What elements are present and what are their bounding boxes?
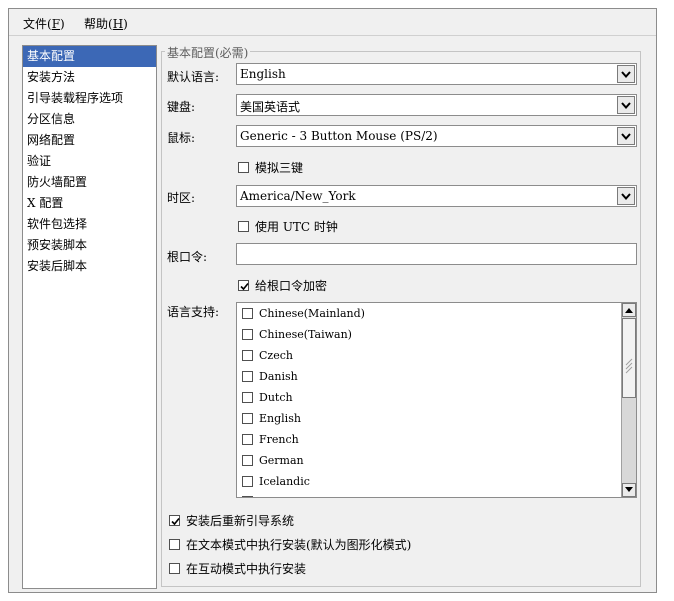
textmode-label: 在文本模式中执行安装(默认为图形化模式) [186,538,412,552]
checkmark-icon [240,282,249,291]
langsupport-label: 语言支持: [167,305,220,319]
rootpw-label: 根口令: [167,250,208,264]
scroll-up-button[interactable] [622,303,636,317]
checkbox-box[interactable] [169,563,180,574]
timezone-value: America/New_York [240,189,356,203]
sidebar-item-authentication[interactable]: 验证 [23,151,156,172]
mouse-value: Generic - 3 Button Mouse (PS/2) [240,129,438,143]
mouse-combo[interactable]: Generic - 3 Button Mouse (PS/2) [236,125,637,147]
timezone-label: 时区: [167,191,196,205]
interactive-label: 在互动模式中执行安装 [186,562,307,576]
list-item[interactable]: French [242,433,299,446]
sidebar-item-package-selection[interactable]: 软件包选择 [23,214,156,235]
sidebar-item-x-config[interactable]: X 配置 [23,193,156,214]
checkmark-icon [171,517,180,526]
encrypt-label: 给根口令加密 [255,279,328,293]
timezone-combo[interactable]: America/New_York [236,185,637,207]
group-title: 基本配置(必需) [165,44,251,61]
checkbox-box[interactable] [242,476,253,487]
keyboard-value: 美国英语式 [240,100,301,114]
interactive-checkbox[interactable]: 在互动模式中执行安装 [169,560,306,577]
grip-icon [625,358,633,374]
checkbox-box[interactable] [242,455,253,466]
sidebar-item-network[interactable]: 网络配置 [23,130,156,151]
utc-label: 使用 UTC 时钟 [255,220,338,234]
checkbox-box[interactable] [238,280,249,291]
emulate3-checkbox[interactable]: 模拟三键 [238,159,303,176]
reboot-checkbox[interactable]: 安装后重新引导系统 [169,512,294,529]
chevron-down-icon[interactable] [617,65,635,83]
sidebar-item-firewall[interactable]: 防火墙配置 [23,172,156,193]
list-item[interactable]: Dutch [242,391,293,404]
keyboard-label: 键盘: [167,100,196,114]
chevron-down-icon[interactable] [617,187,635,205]
list-item[interactable]: Danish [242,370,298,383]
textmode-checkbox[interactable]: 在文本模式中执行安装(默认为图形化模式) [169,536,411,553]
menubar: 文件(F) 帮助(H) [9,9,656,36]
utc-checkbox[interactable]: 使用 UTC 时钟 [238,218,338,235]
sidebar-item-basic-config[interactable]: 基本配置 [23,46,156,67]
list-scrollbar[interactable] [621,303,636,497]
emulate3-label: 模拟三键 [255,161,304,175]
language-value: English [240,67,286,81]
list-item[interactable]: Chinese(Mainland) [242,307,365,320]
arrow-down-icon [625,487,633,492]
checkbox-box[interactable] [242,392,253,403]
sidebar-list: 基本配置 安装方法 引导装载程序选项 分区信息 网络配置 验证 防火墙配置 X … [22,45,157,589]
list-item[interactable]: Chinese(Taiwan) [242,328,352,341]
reboot-label: 安装后重新引导系统 [186,514,295,528]
checkbox-box[interactable] [242,434,253,445]
mouse-label: 鼠标: [167,131,196,145]
encrypt-checkbox[interactable]: 给根口令加密 [238,277,327,294]
checkbox-box[interactable] [242,496,253,497]
checkbox-box[interactable] [242,413,253,424]
checkbox-box[interactable] [238,162,249,173]
list-item[interactable]: Icelandic [242,475,310,488]
chevron-down-icon[interactable] [617,127,635,145]
list-item[interactable]: Czech [242,349,293,362]
checkbox-box[interactable] [242,329,253,340]
arrow-up-icon [625,308,633,313]
list-item[interactable]: English [242,412,301,425]
sidebar-item-bootloader[interactable]: 引导装载程序选项 [23,88,156,109]
kickstart-window: 文件(F) 帮助(H) 基本配置 安装方法 引导装载程序选项 分区信息 网络配置… [8,8,657,593]
sidebar-item-pre-script[interactable]: 预安装脚本 [23,235,156,256]
list-item-partial[interactable] [242,496,259,497]
scroll-thumb[interactable] [622,318,636,398]
sidebar-item-install-method[interactable]: 安装方法 [23,67,156,88]
checkbox-box[interactable] [238,221,249,232]
language-support-list[interactable]: Chinese(Mainland) Chinese(Taiwan) Czech … [236,302,637,498]
language-label: 默认语言: [167,70,220,84]
checkbox-box[interactable] [242,308,253,319]
language-combo[interactable]: English [236,63,637,85]
list-item[interactable]: German [242,454,304,467]
keyboard-combo[interactable]: 美国英语式 [236,94,637,116]
sidebar-item-partition[interactable]: 分区信息 [23,109,156,130]
menu-file[interactable]: 文件(F) [23,15,65,32]
rootpw-input[interactable] [236,243,637,265]
chevron-down-icon[interactable] [617,96,635,114]
checkbox-box[interactable] [169,539,180,550]
scroll-down-button[interactable] [622,483,636,497]
checkbox-box[interactable] [242,350,253,361]
menu-help[interactable]: 帮助(H) [84,15,128,32]
checkbox-box[interactable] [242,371,253,382]
checkbox-box[interactable] [169,515,180,526]
sidebar-item-post-script[interactable]: 安装后脚本 [23,256,156,277]
